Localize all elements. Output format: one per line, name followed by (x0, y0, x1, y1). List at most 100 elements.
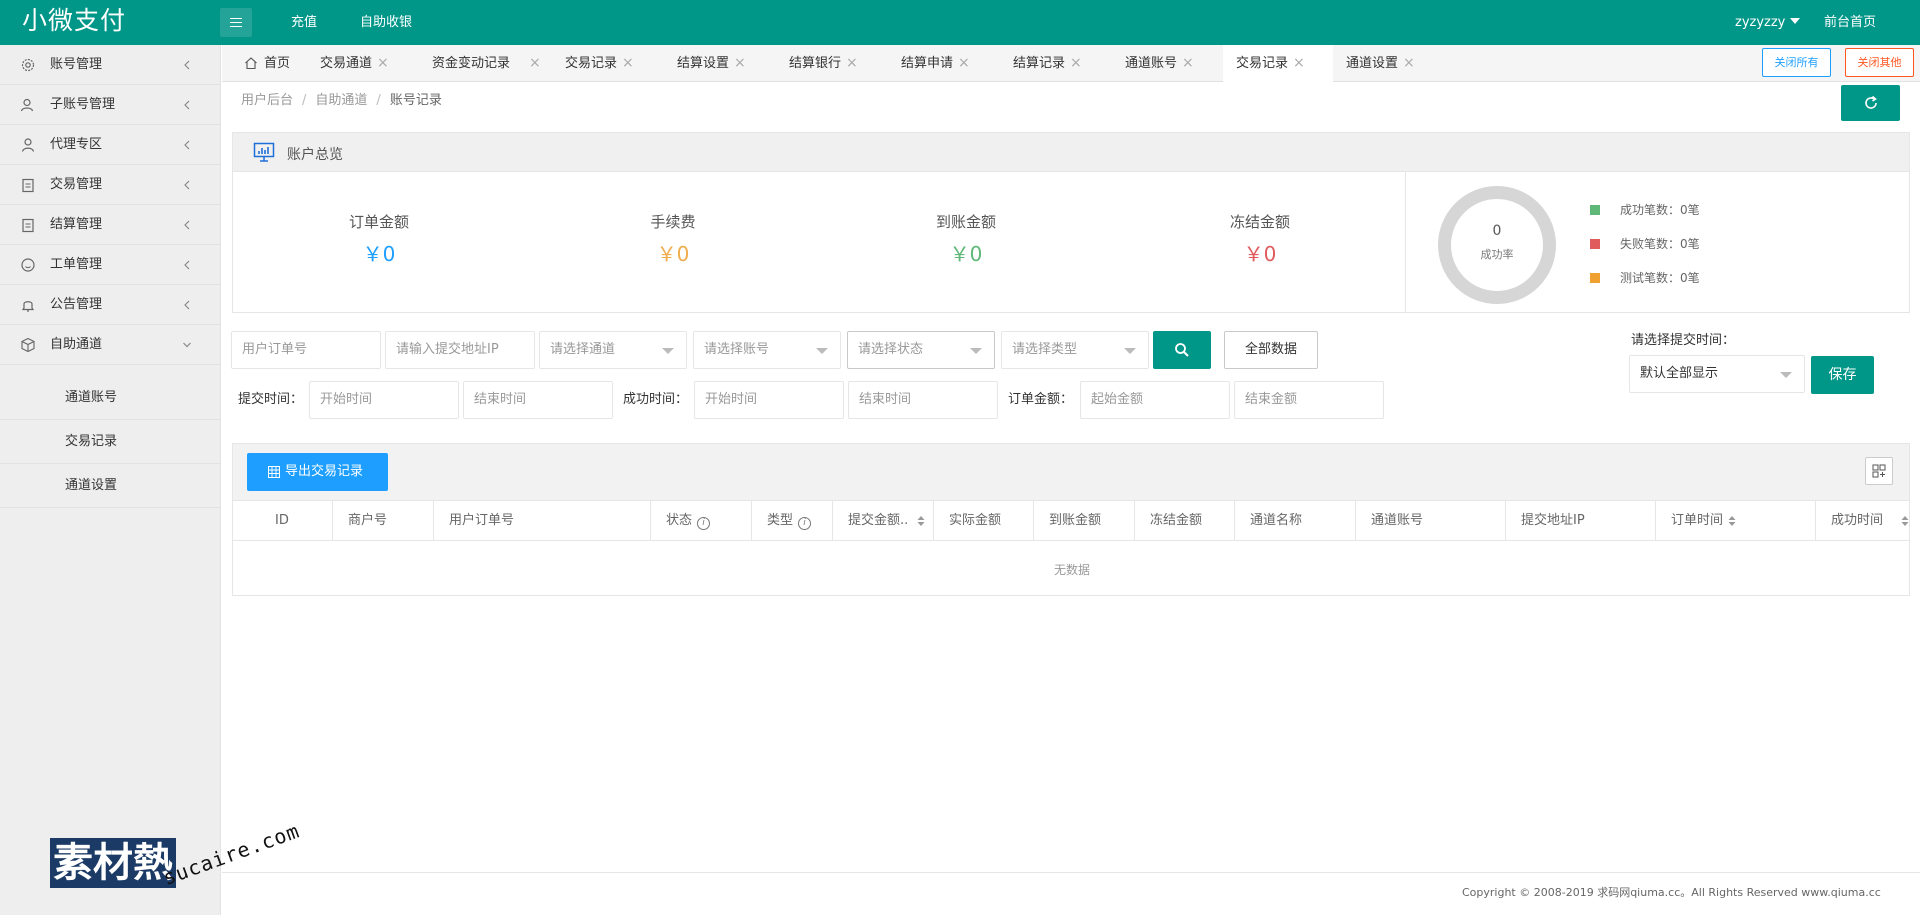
nav-self-checkout[interactable]: 自助收银 (360, 0, 412, 45)
sidebar-subitem-channel-settings[interactable]: 通道设置 (0, 464, 221, 508)
empty-message: 无数据 (1053, 563, 1090, 577)
tab-channel-settings[interactable]: 通道设置 × (1333, 45, 1445, 82)
tab-trade-record-active[interactable]: 交易记录 × (1223, 45, 1333, 82)
order-no-input[interactable]: 用户订单号 (231, 331, 381, 369)
sidebar-item-ticket[interactable]: 工单管理 (0, 245, 221, 285)
close-icon[interactable]: × (1403, 45, 1415, 82)
close-icon[interactable]: × (1182, 45, 1194, 82)
tab-settle-settings[interactable]: 结算设置 × (664, 45, 776, 82)
sort-icon[interactable] (917, 515, 925, 527)
close-other-tabs-button[interactable]: 关闭其他 (1845, 48, 1914, 77)
tab-trade-channel[interactable]: 交易通道 × (300, 45, 412, 82)
close-icon[interactable]: × (529, 45, 541, 82)
legend-test: 测试笔数：0笔 (1590, 270, 1700, 286)
sidebar-subitem-channel-account[interactable]: 通道账号 (0, 376, 221, 420)
refresh-icon (1865, 95, 1877, 109)
close-icon[interactable]: × (1070, 45, 1082, 82)
tab-settle-apply[interactable]: 结算申请 × (888, 45, 1000, 82)
close-icon[interactable]: × (958, 45, 970, 82)
refresh-button[interactable] (1841, 85, 1900, 121)
tab-fund-change[interactable]: 资金变动记录 × (412, 45, 552, 82)
time-range-select[interactable]: 默认全部显示 (1629, 355, 1805, 393)
tab-settle-record[interactable]: 结算记录 × (1000, 45, 1112, 82)
stat-frozen-amount: 冻结金额 ￥0 (1229, 213, 1290, 266)
front-home-link[interactable]: 前台首页 (1824, 0, 1876, 45)
all-data-button[interactable]: 全部数据 (1224, 331, 1318, 369)
legend-success: 成功笔数：0笔 (1590, 202, 1700, 218)
info-icon[interactable]: i (697, 517, 711, 530)
column-header-frozen-amount[interactable]: 冻结金额 (1135, 501, 1235, 540)
info-icon[interactable]: i (798, 517, 812, 530)
success-end-time-input[interactable]: 结束时间 (848, 381, 998, 419)
column-header-status[interactable]: 状态 i (651, 501, 752, 540)
column-header-received-amount[interactable]: 到账金额 (1034, 501, 1135, 540)
tab-trade-record[interactable]: 交易记录 × (552, 45, 664, 82)
nav-recharge[interactable]: 充值 (291, 0, 317, 45)
close-icon[interactable]: × (377, 45, 389, 82)
home-icon (245, 57, 257, 70)
grid-icon (1872, 464, 1886, 478)
close-icon[interactable]: × (622, 45, 634, 82)
column-header-submit-amount[interactable]: 提交金额.. (833, 501, 934, 540)
monitor-chart-icon (253, 142, 275, 162)
table-toolbar (232, 443, 1910, 501)
sidebar-subitem-trade-record[interactable]: 交易记录 (0, 420, 221, 464)
users-icon (20, 98, 34, 112)
close-all-tabs-button[interactable]: 关闭所有 (1762, 48, 1831, 77)
sidebar-item-account[interactable]: 账号管理 (0, 45, 221, 85)
sidebar-item-subaccount[interactable]: 子账号管理 (0, 85, 221, 125)
sidebar-item-trade[interactable]: 交易管理 (0, 165, 221, 205)
export-trade-records-button[interactable]: 导出交易记录 (247, 453, 388, 491)
channel-select[interactable]: 请选择通道 (539, 331, 687, 369)
close-icon[interactable]: × (846, 45, 858, 82)
column-header-channel-account[interactable]: 通道账号 (1356, 501, 1506, 540)
overview-header: 账户总览 (232, 132, 1910, 172)
sidebar-item-agent[interactable]: 代理专区 (0, 125, 221, 165)
submit-start-time-input[interactable]: 开始时间 (309, 381, 459, 419)
column-filter-button[interactable] (1865, 457, 1893, 485)
type-select[interactable]: 请选择类型 (1001, 331, 1149, 369)
tab-channel-account[interactable]: 通道账号 × (1112, 45, 1223, 82)
status-select[interactable]: 请选择状态 (847, 331, 995, 369)
column-header-actual-amount[interactable]: 实际金额 (934, 501, 1034, 540)
user-menu[interactable]: zyzyzzy (1735, 0, 1801, 45)
sort-icon[interactable] (1901, 515, 1909, 527)
tab-settle-bank[interactable]: 结算银行 × (776, 45, 888, 82)
gear-icon (21, 58, 35, 72)
sidebar-item-label: 子账号管理 (50, 97, 116, 112)
column-header-submit-ip[interactable]: 提交地址IP (1506, 501, 1656, 540)
submit-ip-input[interactable]: 请输入提交地址IP (385, 331, 535, 369)
start-amount-input[interactable]: 起始金额 (1080, 381, 1230, 419)
account-select[interactable]: 请选择账号 (693, 331, 841, 369)
hamburger-icon (230, 18, 242, 19)
menu-toggle-button[interactable] (220, 8, 252, 37)
success-start-time-input[interactable]: 开始时间 (694, 381, 844, 419)
column-header-order-no[interactable]: 用户订单号 (434, 501, 651, 540)
sidebar-item-self-channel[interactable]: 自助通道 (0, 325, 221, 365)
submit-end-time-input[interactable]: 结束时间 (463, 381, 613, 419)
breadcrumb-item[interactable]: 用户后台 (241, 93, 293, 108)
end-amount-input[interactable]: 结束金额 (1234, 381, 1384, 419)
close-icon[interactable]: × (1293, 45, 1305, 82)
close-icon[interactable]: × (734, 45, 746, 82)
breadcrumb: 用户后台 / 自助通道 / 账号记录 (241, 93, 442, 108)
search-icon (1175, 343, 1189, 357)
sort-icon[interactable] (1728, 515, 1736, 527)
chevron-left-icon (184, 100, 190, 110)
breadcrumb-item[interactable]: 自助通道 (315, 93, 367, 108)
column-header-id[interactable]: ID (233, 501, 333, 540)
tab-home[interactable]: 首页 (222, 45, 300, 82)
save-button[interactable]: 保存 (1811, 356, 1874, 394)
sidebar-item-settlement[interactable]: 结算管理 (0, 205, 221, 245)
copyright: Copyright © 2008-2019 求码网qiuma.cc。All Ri… (1462, 886, 1881, 899)
search-button[interactable] (1153, 331, 1211, 369)
column-header-channel-name[interactable]: 通道名称 (1235, 501, 1356, 540)
column-header-type[interactable]: 类型 i (752, 501, 833, 540)
column-header-order-time[interactable]: 订单时间 (1656, 501, 1816, 540)
chevron-left-icon (184, 140, 190, 150)
column-header-merchant[interactable]: 商户号 (333, 501, 434, 540)
column-header-success-time[interactable]: 成功时间 (1816, 501, 1911, 540)
legend-failed: 失败笔数：0笔 (1590, 236, 1700, 252)
app-logo: 小微支付 (22, 6, 127, 35)
sidebar-item-notice[interactable]: 公告管理 (0, 285, 221, 325)
